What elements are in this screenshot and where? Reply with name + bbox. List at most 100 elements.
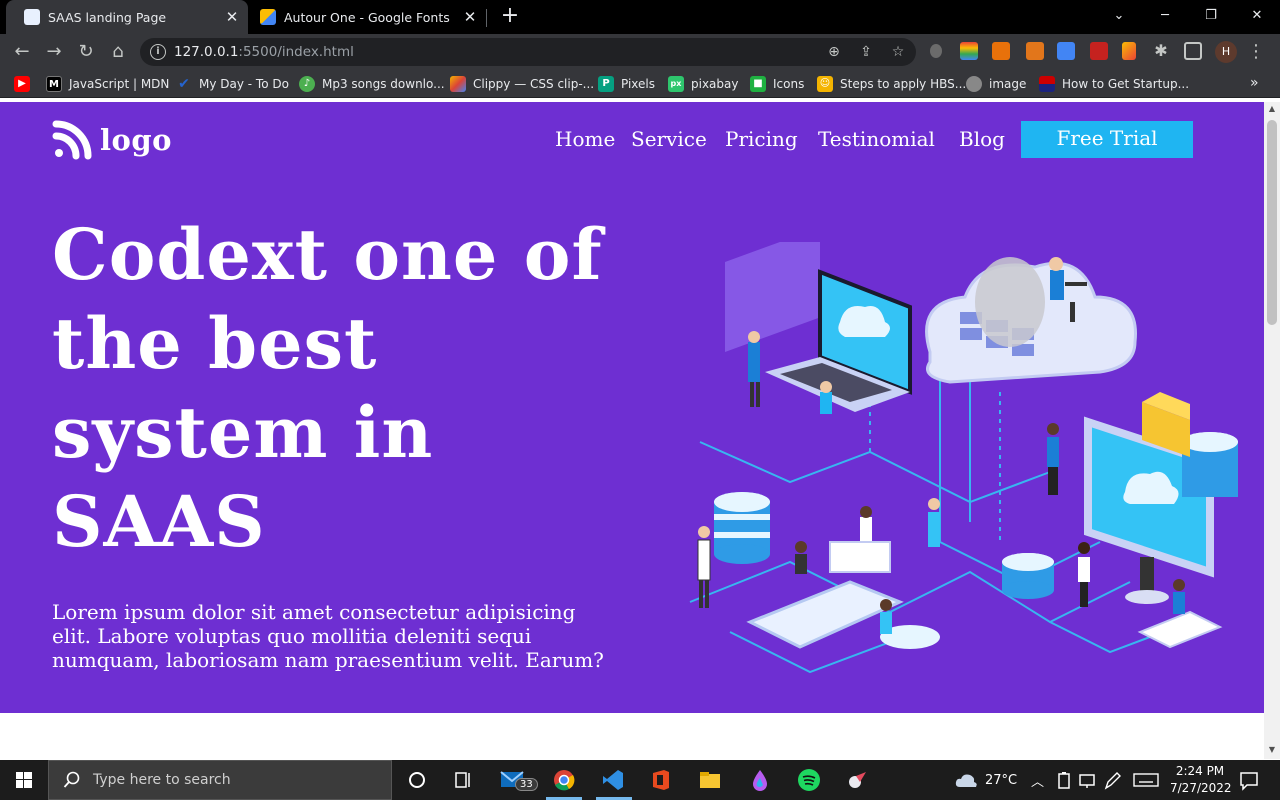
back-arrow-icon[interactable]: ← (10, 40, 34, 64)
file-explorer-icon[interactable] (698, 768, 722, 792)
taskbar-search-box[interactable]: Type here to search (48, 760, 392, 800)
search-icon (63, 771, 80, 788)
share-icon[interactable]: ⇪ (856, 42, 876, 62)
office-icon[interactable] (649, 768, 673, 792)
clock-date: 7/27/2022 (1170, 781, 1232, 795)
snipping-tool-icon[interactable] (846, 768, 870, 792)
music-icon: ♪ (299, 76, 315, 92)
bookmark-mdn[interactable]: M JavaScript | MDN (46, 75, 169, 93)
bookmark-youtube[interactable]: ▶ (14, 75, 37, 93)
headline-line: SAAS (52, 480, 266, 563)
bookmark-pixabay[interactable]: px pixabay (668, 75, 738, 93)
hero-description: Lorem ipsum dolor sit amet consectetur a… (52, 600, 604, 672)
extension-red-icon[interactable] (1090, 42, 1108, 60)
windows-logo-icon (16, 772, 32, 788)
free-trial-button[interactable]: Free Trial (1021, 121, 1193, 158)
extension-coupon-icon[interactable] (992, 42, 1010, 60)
tab-title: SAAS landing Page (48, 9, 167, 25)
paint-drop-icon[interactable] (748, 768, 772, 792)
minimize-icon[interactable]: ─ (1142, 0, 1188, 30)
google-translate-icon[interactable] (1057, 42, 1075, 60)
bookmark-icons[interactable]: ■ Icons (750, 75, 804, 93)
reload-icon[interactable]: ↻ (74, 40, 98, 64)
bookmark-image[interactable]: image (966, 75, 1026, 93)
tab-separator (486, 9, 487, 27)
youtube-icon: ▶ (14, 76, 30, 92)
show-hidden-icons[interactable]: ︿ (1031, 760, 1044, 800)
windows-taskbar: Type here to search 33 27°C ︿ 2:24 PM 7/… (0, 760, 1280, 800)
tab-google-fonts[interactable]: Autour One - Google Fonts ✕ (250, 0, 486, 34)
tab-search-chevron-icon[interactable]: ⌄ (1096, 0, 1142, 30)
extension-color-icon[interactable] (960, 42, 978, 60)
bookmark-todo[interactable]: ✔ My Day - To Do (176, 75, 289, 93)
system-clock[interactable]: 2:24 PM 7/27/2022 (1170, 763, 1232, 797)
weather-widget[interactable]: 27°C (954, 760, 1017, 800)
network-icon[interactable] (1077, 768, 1097, 792)
bookmark-pexels[interactable]: P Pixels (598, 75, 655, 93)
mail-app[interactable]: 33 (500, 768, 538, 794)
browser-toolbar: ← → ↻ ⌂ i 127.0.0.1:5500/index.html ⊕ ⇪ … (0, 34, 1280, 70)
notification-center-icon[interactable] (1237, 768, 1261, 792)
site-logo[interactable]: logo (52, 120, 172, 160)
side-panel-icon[interactable] (1184, 42, 1202, 60)
windows-start-button[interactable] (0, 760, 48, 800)
tab-title: Autour One - Google Fonts (284, 9, 450, 25)
page-scrollbar[interactable]: ▲ ▼ (1264, 102, 1280, 759)
new-tab-plus-icon[interactable]: + (498, 5, 522, 29)
color-picker-icon[interactable] (1122, 42, 1136, 60)
clock-time: 2:24 PM (1175, 764, 1225, 778)
extensions-puzzle-icon[interactable]: ✱ (1152, 42, 1170, 60)
clippy-icon (450, 76, 466, 92)
address-bar[interactable]: i 127.0.0.1:5500/index.html ⊕ ⇪ ☆ (140, 38, 916, 66)
url-text[interactable]: 127.0.0.1:5500/index.html (174, 44, 354, 60)
bookmark-startup[interactable]: How to Get Startup... (1039, 75, 1189, 93)
close-tab-icon[interactable]: ✕ (460, 8, 480, 26)
scroll-down-icon[interactable]: ▼ (1268, 745, 1276, 754)
nav-blog[interactable]: Blog (959, 127, 1005, 151)
close-tab-icon[interactable]: ✕ (222, 8, 242, 26)
bookmark-mp3[interactable]: ♪ Mp3 songs downlo... (299, 75, 445, 93)
battery-icon[interactable] (1055, 768, 1073, 792)
more-menu-icon[interactable]: ⋮ (1247, 40, 1265, 64)
nav-service[interactable]: Service (631, 127, 707, 151)
site-info-icon[interactable]: i (150, 44, 166, 60)
bookmark-icon: ☺ (817, 76, 833, 92)
metamask-icon[interactable] (1026, 42, 1044, 60)
hero-headline: Codext one of the best system in SAAS (52, 210, 672, 566)
bookmark-star-icon[interactable]: ☆ (888, 42, 908, 62)
logo-text: logo (100, 123, 172, 157)
close-window-icon[interactable]: ✕ (1234, 0, 1280, 30)
search-placeholder: Type here to search (93, 772, 231, 788)
bookmark-clippy[interactable]: Clippy — CSS clip-... (450, 75, 594, 93)
task-view-icon[interactable] (452, 768, 476, 792)
google-fonts-favicon-icon (260, 9, 276, 25)
home-icon[interactable]: ⌂ (106, 40, 130, 64)
extension-icon[interactable] (930, 44, 942, 58)
chrome-icon[interactable] (552, 768, 576, 792)
more-bookmarks-icon[interactable]: » (1250, 75, 1259, 91)
nav-home[interactable]: Home (555, 127, 615, 151)
keyboard-icon[interactable] (1133, 768, 1159, 792)
hero-section: logo Home Service Pricing Testinomial Bl… (0, 102, 1264, 713)
forward-arrow-icon[interactable]: → (42, 40, 66, 64)
cloudy-weather-icon (955, 774, 977, 787)
pen-icon[interactable] (1102, 768, 1122, 792)
tab-saas-landing[interactable]: SAAS landing Page ✕ (6, 0, 248, 34)
cortana-icon[interactable] (405, 768, 429, 792)
rss-logo-icon (52, 120, 92, 160)
restore-icon[interactable]: ❐ (1188, 0, 1234, 30)
spotify-icon[interactable] (797, 768, 821, 792)
page-favicon-icon (24, 9, 40, 25)
zoom-icon[interactable]: ⊕ (824, 42, 844, 62)
startup-icon (1039, 76, 1055, 92)
pexels-icon: P (598, 76, 614, 92)
scrollbar-thumb[interactable] (1267, 120, 1277, 325)
vscode-icon[interactable] (601, 768, 625, 792)
bookmark-hbs[interactable]: ☺ Steps to apply HBS... (817, 75, 966, 93)
nav-testimonial[interactable]: Testinomial (818, 127, 935, 151)
profile-avatar[interactable]: H (1215, 41, 1237, 63)
page-viewport: logo Home Service Pricing Testinomial Bl… (0, 102, 1264, 759)
scroll-up-icon[interactable]: ▲ (1268, 104, 1276, 113)
saas-isometric-illustration (689, 242, 1238, 674)
nav-pricing[interactable]: Pricing (725, 127, 798, 151)
